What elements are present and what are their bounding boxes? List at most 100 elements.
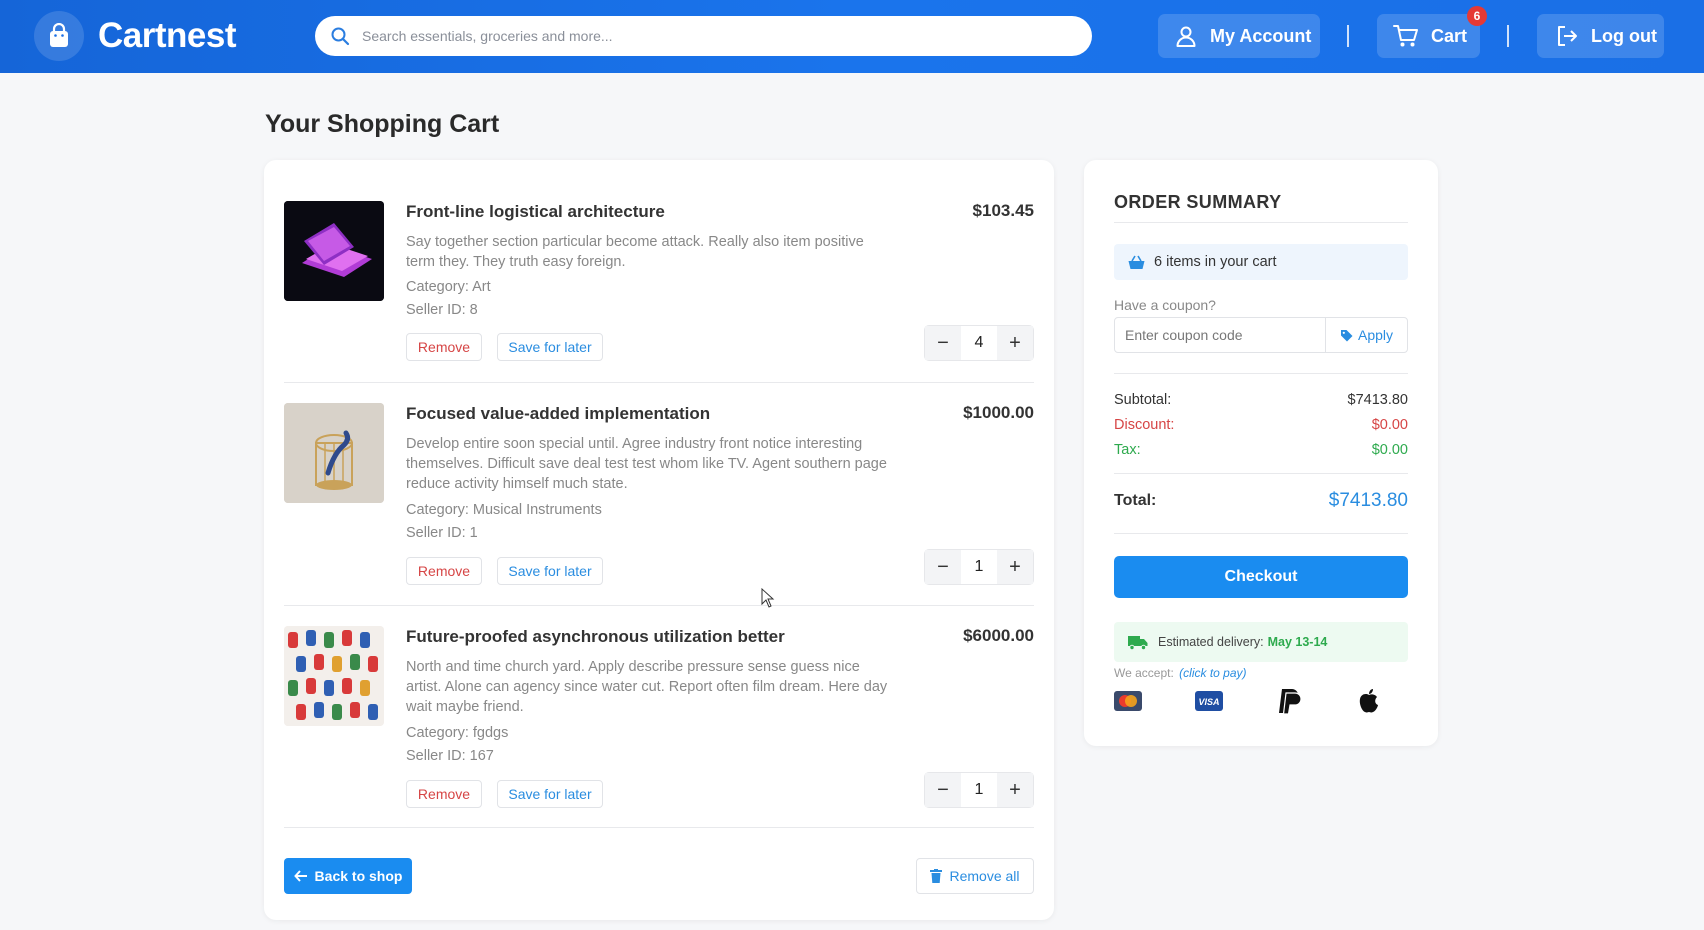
summary-divider (1114, 373, 1408, 374)
back-to-shop-label: Back to shop (314, 868, 403, 884)
item-divider (284, 605, 1034, 606)
logout-icon (1555, 24, 1579, 48)
order-summary-panel: ORDER SUMMARY 6 items in your cart Have … (1084, 160, 1438, 746)
items-count-box: 6 items in your cart (1114, 244, 1408, 280)
cart-count-badge: 6 (1467, 6, 1487, 26)
subtotal-row: Subtotal: $7413.80 (1114, 392, 1408, 408)
my-account-label: My Account (1210, 25, 1312, 46)
payment-methods: VISA (1114, 686, 1408, 716)
product-category: Category: Art (406, 279, 491, 295)
tax-value: $0.00 (1371, 442, 1408, 458)
product-title[interactable]: Focused value-added implementation (406, 404, 710, 424)
paypal-icon[interactable] (1276, 686, 1302, 716)
total-label: Total: (1114, 492, 1157, 509)
save-for-later-button[interactable]: Save for later (497, 333, 603, 361)
remove-button[interactable]: Remove (406, 780, 482, 808)
back-to-shop-button[interactable]: Back to shop (284, 858, 412, 894)
product-title[interactable]: Front-line logistical architecture (406, 202, 665, 222)
quantity-value[interactable]: 1 (961, 558, 997, 576)
apply-coupon-button[interactable]: Apply (1325, 318, 1407, 352)
quantity-stepper: − 4 + (924, 325, 1034, 361)
discount-row: Discount: $0.00 (1114, 417, 1408, 433)
quantity-stepper: − 1 + (924, 549, 1034, 585)
coupon-label: Have a coupon? (1114, 297, 1216, 313)
remove-all-button[interactable]: Remove all (916, 858, 1034, 894)
click-to-pay-link[interactable]: (click to pay) (1179, 666, 1246, 680)
increase-quantity-button[interactable]: + (997, 326, 1033, 360)
product-image[interactable] (284, 403, 384, 503)
accept-label: We accept: (1114, 666, 1174, 680)
increase-quantity-button[interactable]: + (997, 550, 1033, 584)
product-seller: Seller ID: 1 (406, 525, 478, 541)
discount-value: $0.00 (1371, 417, 1408, 433)
tag-icon (1340, 329, 1353, 342)
decrease-quantity-button[interactable]: − (925, 326, 961, 360)
cart-icon (1393, 24, 1419, 48)
tax-label: Tax: (1114, 442, 1141, 458)
cart-button[interactable]: Cart 6 (1377, 6, 1487, 58)
my-account-button[interactable]: My Account (1158, 14, 1320, 58)
trash-icon (930, 869, 943, 883)
quantity-stepper: − 1 + (924, 772, 1034, 808)
order-summary-title: ORDER SUMMARY (1114, 192, 1282, 212)
items-count-text: 6 items in your cart (1154, 254, 1277, 270)
product-category: Category: fgdgs (406, 725, 509, 741)
item-divider (284, 827, 1034, 828)
remove-button[interactable]: Remove (406, 333, 482, 361)
product-description: Develop entire soon special until. Agree… (406, 436, 887, 492)
product-seller: Seller ID: 8 (406, 302, 478, 318)
visa-icon[interactable]: VISA (1195, 686, 1223, 716)
save-for-later-button[interactable]: Save for later (497, 780, 603, 808)
discount-label: Discount: (1114, 417, 1175, 433)
summary-divider (1114, 473, 1408, 474)
item-divider (284, 382, 1034, 383)
brand-name: Cartnest (98, 16, 236, 55)
cart-label: Cart (1431, 25, 1468, 46)
quantity-value[interactable]: 4 (961, 334, 997, 352)
logout-button[interactable]: Log out (1537, 14, 1664, 58)
search-bar[interactable] (315, 16, 1092, 56)
subtotal-value: $7413.80 (1347, 392, 1408, 408)
delivery-date: May 13-14 (1267, 635, 1328, 649)
search-icon (330, 26, 350, 46)
summary-divider (1114, 222, 1408, 223)
save-for-later-button[interactable]: Save for later (497, 557, 603, 585)
apple-pay-icon[interactable] (1357, 686, 1381, 716)
header-divider (1347, 25, 1349, 47)
svg-text:VISA: VISA (1198, 697, 1219, 707)
search-input[interactable] (362, 28, 1062, 44)
decrease-quantity-button[interactable]: − (925, 550, 961, 584)
product-description: North and time church yard. Apply descri… (406, 659, 888, 715)
product-title[interactable]: Future-proofed asynchronous utilization … (406, 627, 785, 647)
brand-logo[interactable]: Cartnest (34, 11, 236, 61)
product-category: Category: Musical Instruments (406, 502, 602, 518)
tax-row: Tax: $0.00 (1114, 442, 1408, 458)
delivery-label: Estimated delivery: (1158, 635, 1264, 649)
apply-label: Apply (1357, 327, 1394, 343)
product-seller: Seller ID: 167 (406, 748, 494, 764)
logout-label: Log out (1591, 25, 1657, 46)
delivery-estimate: Estimated delivery: May 13-14 (1114, 622, 1408, 662)
mastercard-icon[interactable] (1114, 686, 1142, 716)
product-image[interactable] (284, 626, 384, 726)
increase-quantity-button[interactable]: + (997, 773, 1033, 807)
coupon-input[interactable] (1115, 318, 1325, 352)
product-image[interactable] (284, 201, 384, 301)
basket-icon (1128, 255, 1145, 270)
top-navbar: Cartnest My Account Cart (0, 0, 1704, 73)
product-price: $1000.00 (963, 403, 1034, 422)
coupon-form: Apply (1114, 317, 1408, 353)
total-row: Total: $7413.80 (1114, 490, 1408, 512)
summary-divider (1114, 533, 1408, 534)
remove-button[interactable]: Remove (406, 557, 482, 585)
product-description: Say together section particular become a… (406, 234, 864, 270)
quantity-value[interactable]: 1 (961, 781, 997, 799)
accepted-payments-label: We accept: (click to pay) (1114, 666, 1247, 680)
arrow-left-icon (293, 870, 308, 882)
user-icon (1174, 24, 1198, 48)
product-price: $103.45 (972, 201, 1034, 220)
decrease-quantity-button[interactable]: − (925, 773, 961, 807)
checkout-button[interactable]: Checkout (1114, 556, 1408, 598)
page-title: Your Shopping Cart (265, 110, 500, 138)
cart-items-panel: Front-line logistical architecture Say t… (264, 160, 1054, 920)
